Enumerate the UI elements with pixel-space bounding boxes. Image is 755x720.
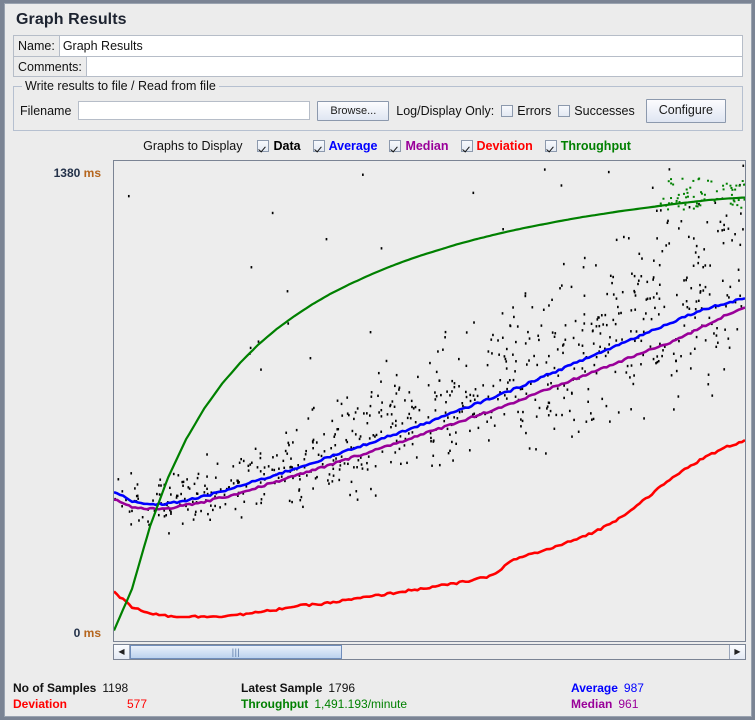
graph-toggle-data[interactable]: Data: [257, 138, 301, 153]
graph-toggle-deviation[interactable]: Deviation: [460, 138, 533, 153]
series-line-deviation: [114, 438, 745, 619]
graph-toggle-throughput[interactable]: Throughput: [544, 138, 631, 153]
throughput-checkbox[interactable]: [544, 139, 557, 152]
write-results-legend: Write results to file / Read from file: [22, 79, 219, 93]
successes-label: Successes: [574, 103, 635, 118]
name-input[interactable]: [58, 36, 742, 56]
graph-results-window: Graph Results Name: Comments: Write resu…: [4, 3, 752, 717]
average-stat-label: Average: [571, 681, 618, 695]
latest-sample-label: Latest Sample: [241, 681, 323, 695]
graphs-to-display-row: Graphs to Display Data Average Median De…: [5, 139, 751, 153]
chart-area: 1380 ms 0 ms ◀ ||| ▶: [5, 159, 751, 660]
scroll-left-arrow-icon[interactable]: ◀: [114, 644, 130, 659]
comments-input[interactable]: [85, 57, 742, 76]
data-checkbox[interactable]: [257, 139, 270, 152]
average-stat-value: 987: [623, 681, 644, 695]
graph-toggle-median[interactable]: Median: [389, 138, 449, 153]
series-line-median: [114, 306, 745, 511]
comments-label: Comments:: [18, 60, 82, 74]
errors-label: Errors: [517, 103, 552, 118]
graph-horizontal-scrollbar[interactable]: ◀ ||| ▶: [113, 643, 746, 660]
log-display-only-label: Log/Display Only:: [396, 103, 495, 118]
successes-checkbox[interactable]: [558, 104, 571, 117]
comments-row: Comments:: [13, 56, 743, 77]
successes-checkbox-wrap[interactable]: Successes: [558, 103, 635, 118]
throughput-label: Throughput: [560, 138, 631, 153]
samples-value: 1198: [102, 681, 129, 695]
graphs-to-display-label: Graphs to Display: [143, 138, 243, 153]
median-stat-label: Median: [571, 697, 613, 711]
graph-plot: [113, 159, 746, 642]
name-label: Name:: [18, 39, 55, 53]
configure-button[interactable]: Configure: [645, 99, 726, 123]
browse-button[interactable]: Browse...: [317, 100, 390, 121]
throughput-stat-value: 1,491.193/minute: [314, 697, 408, 711]
scrollbar-track[interactable]: |||: [130, 644, 729, 659]
median-stat-value: 961: [618, 697, 639, 711]
series-line-throughput: [114, 196, 745, 631]
filename-input[interactable]: [78, 101, 311, 121]
write-results-group: Write results to file / Read from file F…: [13, 79, 743, 131]
samples-label: No of Samples: [13, 681, 97, 695]
statistics-bar: No of Samples 1198 Latest Sample 1796 Av…: [5, 680, 751, 712]
throughput-stat-label: Throughput: [241, 697, 309, 711]
errors-checkbox-wrap[interactable]: Errors: [501, 104, 551, 118]
median-checkbox[interactable]: [389, 139, 402, 152]
median-label: Median: [405, 138, 449, 153]
deviation-stat-label: Deviation: [13, 697, 68, 711]
stats-row-2: Deviation 577 Throughput 1,491.193/minut…: [13, 696, 743, 712]
deviation-checkbox[interactable]: [460, 139, 473, 152]
average-checkbox[interactable]: [312, 139, 325, 152]
stats-row-1: No of Samples 1198 Latest Sample 1796 Av…: [13, 680, 743, 696]
graph-toggle-average[interactable]: Average: [312, 138, 378, 153]
scrollbar-grip-icon: |||: [231, 646, 241, 657]
page-title: Graph Results: [16, 11, 127, 28]
errors-checkbox[interactable]: [501, 104, 514, 117]
latest-sample-value: 1796: [328, 681, 356, 695]
y-axis-min-label: 0 ms: [73, 625, 101, 640]
filename-label: Filename: [20, 103, 72, 118]
scroll-right-arrow-icon[interactable]: ▶: [729, 644, 745, 659]
average-label: Average: [328, 138, 378, 153]
deviation-stat-value: 577: [127, 697, 148, 711]
deviation-label: Deviation: [476, 138, 533, 153]
y-axis-max-label: 1380 ms: [53, 165, 101, 180]
name-row: Name:: [13, 35, 743, 56]
scrollbar-thumb[interactable]: |||: [130, 644, 342, 659]
data-label: Data: [273, 138, 301, 153]
